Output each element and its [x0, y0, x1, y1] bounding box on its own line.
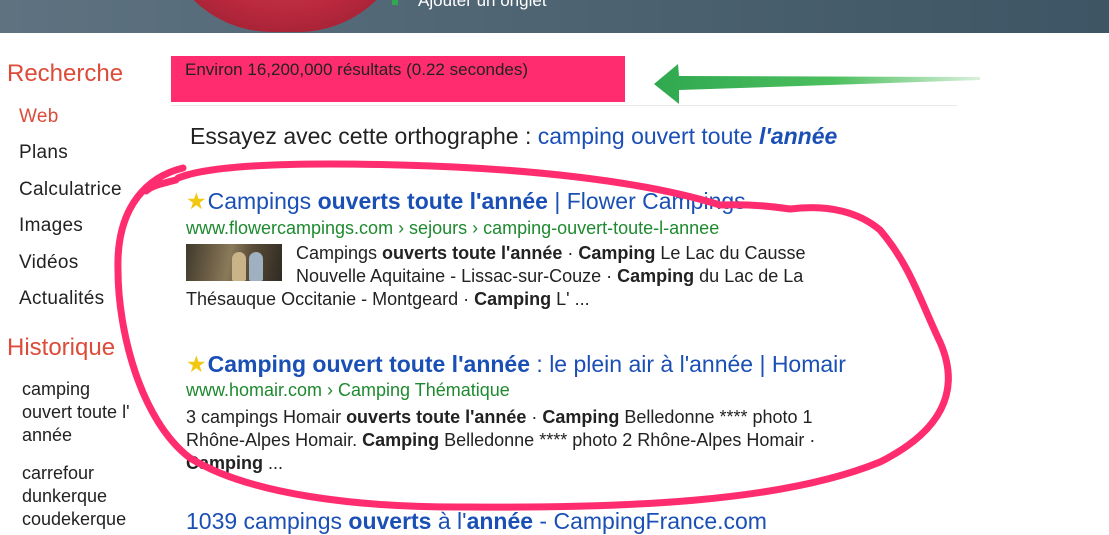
thumbnail-person — [232, 252, 246, 281]
sidebar-title: Recherche — [7, 60, 124, 87]
history-line: dunkerque — [22, 486, 108, 506]
snippet-bold: ouverts toute l'année — [346, 407, 527, 427]
title-text: - CampingFrance.com — [533, 508, 767, 534]
history-title: Historique — [7, 334, 116, 361]
snippet-text: Belledonne **** photo 2 Rhône-Alpes Homa… — [439, 430, 816, 450]
thumbnail-person — [249, 252, 263, 281]
title-text: Campings — [207, 188, 318, 214]
balloon-background-image — [160, 0, 410, 32]
snippet-text: Thésauque Occitanie - Montgeard · — [186, 289, 475, 309]
snippet-text: · — [526, 407, 543, 427]
history-line: carrefour — [22, 463, 95, 483]
history-line: ouvert toute l' — [22, 402, 130, 422]
sidebar-item-actualites[interactable]: Actualités — [19, 288, 104, 310]
result-title-link[interactable]: ★Camping ouvert toute l'année : le plein… — [186, 351, 846, 378]
snippet-bold: Camping — [578, 243, 656, 263]
history-line: année — [22, 425, 73, 445]
title-text: à l' — [431, 508, 467, 534]
suggestion-link[interactable]: camping ouvert toute l'année — [538, 123, 838, 149]
star-icon[interactable]: ★ — [186, 351, 207, 377]
sidebar-item-plans[interactable]: Plans — [19, 142, 68, 164]
result-title-link[interactable]: ★Campings ouverts toute l'année | Flower… — [186, 188, 746, 215]
title-text: : le plein air à l'année | Homair — [530, 351, 846, 377]
title-bold: année — [466, 508, 534, 534]
snippet-bold: Camping — [362, 430, 440, 450]
spelling-suggestion: Essayez avec cette orthographe : camping… — [190, 123, 837, 150]
suggestion-link-text: camping ouvert toute — [537, 123, 759, 149]
title-text: | Flower Campings — [547, 188, 746, 214]
snippet-bold: Camping — [186, 453, 264, 473]
snippet-text: ... — [263, 453, 284, 473]
add-tab-icon[interactable] — [392, 0, 398, 5]
snippet-text: L' ... — [551, 289, 590, 309]
result-snippet-line: Thésauque Occitanie - Montgeard · Campin… — [186, 288, 590, 311]
snippet-text: · — [562, 243, 579, 263]
result-snippet-line: Camping ... — [186, 452, 283, 475]
snippet-bold: Camping — [474, 289, 552, 309]
green-arrow-annotation — [654, 64, 980, 104]
result-snippet-line: Campings ouverts toute l'année · Camping… — [296, 242, 806, 265]
snippet-text: du Lac de La — [694, 266, 804, 286]
snippet-text: Le Lac du Causse — [655, 243, 806, 263]
sidebar-item-images[interactable]: Images — [19, 215, 83, 237]
suggestion-link-emphasis: l'année — [758, 123, 838, 149]
snippet-text: 3 campings Homair — [186, 407, 347, 427]
result-snippet-line: 3 campings Homair ouverts toute l'année … — [186, 406, 813, 429]
snippet-text: Rhône-Alpes Homair. — [186, 430, 363, 450]
result-thumbnail[interactable] — [186, 244, 282, 281]
snippet-text: Campings — [296, 243, 383, 263]
history-item[interactable]: carrefour dunkerque coudekerque — [22, 462, 167, 531]
result-title-link[interactable]: 1039 campings ouverts à l'année - Campin… — [186, 508, 767, 535]
result-snippet-line: Rhône-Alpes Homair. Camping Belledonne *… — [186, 429, 815, 452]
title-text: 1039 campings — [186, 508, 349, 534]
add-tab-label[interactable]: Ajouter un onglet — [418, 0, 547, 11]
snippet-text: Belledonne **** photo 1 — [619, 407, 813, 427]
result-snippet-line: Nouvelle Aquitaine - Lissac-sur-Couze · … — [296, 265, 803, 288]
star-icon[interactable]: ★ — [186, 188, 207, 214]
snippet-bold: Camping — [542, 407, 620, 427]
title-bold: ouverts toute l'année — [317, 188, 548, 214]
title-bold: Camping ouvert toute l'année — [207, 351, 531, 377]
result-url[interactable]: www.flowercampings.com › sejours › campi… — [186, 218, 719, 239]
history-line: coudekerque — [22, 509, 127, 529]
history-line: camping — [22, 379, 91, 399]
snippet-bold: Camping — [617, 266, 695, 286]
sidebar-item-videos[interactable]: Vidéos — [19, 252, 79, 274]
history-item[interactable]: camping ouvert toute l' année — [22, 378, 167, 447]
snippet-bold: ouverts toute l'année — [382, 243, 563, 263]
result-url[interactable]: www.homair.com › Camping Thématique — [186, 380, 510, 401]
suggestion-prefix: Essayez avec cette orthographe : — [190, 123, 538, 149]
sidebar-item-calculatrice[interactable]: Calculatrice — [19, 179, 122, 201]
sidebar-item-web[interactable]: Web — [19, 106, 59, 128]
snippet-text: Nouvelle Aquitaine - Lissac-sur-Couze · — [296, 266, 618, 286]
divider — [171, 105, 957, 106]
result-stats: Environ 16,200,000 résultats (0.22 secon… — [185, 60, 529, 79]
browser-header: Ajouter un onglet — [0, 0, 1109, 33]
title-bold: ouverts — [348, 508, 432, 534]
